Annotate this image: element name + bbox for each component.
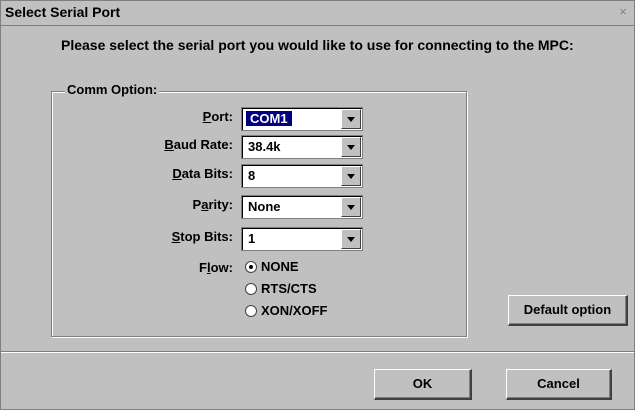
comm-option-label: Comm Option:: [65, 82, 160, 97]
title-bar: Select Serial Port ×: [1, 1, 634, 26]
chevron-down-icon[interactable]: [341, 109, 361, 129]
chevron-down-icon[interactable]: [341, 197, 361, 217]
instruction-text: Please select the serial port you would …: [61, 37, 574, 53]
data-bits-select[interactable]: 8: [241, 164, 363, 188]
chevron-down-icon[interactable]: [341, 137, 361, 157]
select-serial-port-dialog: Select Serial Port × Please select the s…: [0, 0, 635, 410]
stop-bits-label: Stop Bits:: [171, 229, 233, 244]
chevron-down-icon[interactable]: [341, 229, 361, 249]
window-title: Select Serial Port: [5, 4, 121, 20]
port-select[interactable]: COM1: [241, 107, 363, 131]
port-label: Port:: [202, 109, 233, 124]
stop-bits-value: 1: [248, 231, 256, 246]
flow-label: Flow:: [199, 260, 233, 275]
parity-label: Parity:: [192, 197, 233, 212]
default-option-button[interactable]: Default option: [508, 295, 628, 326]
cancel-button[interactable]: Cancel: [506, 369, 612, 400]
flow-radio-rts-cts[interactable]: RTS/CTS: [245, 281, 317, 296]
baud-rate-value: 38.4k: [248, 139, 281, 154]
separator: [1, 351, 634, 353]
parity-value: None: [248, 199, 281, 214]
radio-icon[interactable]: [245, 304, 257, 317]
parity-select[interactable]: None: [241, 195, 363, 219]
baud-rate-select[interactable]: 38.4k: [241, 135, 363, 159]
data-bits-value: 8: [248, 168, 256, 183]
chevron-down-icon[interactable]: [341, 166, 361, 186]
baud-rate-label: Baud Rate:: [164, 137, 233, 152]
radio-selected-icon[interactable]: [245, 260, 257, 273]
data-bits-label: Data Bits:: [172, 166, 233, 181]
close-icon[interactable]: ×: [614, 3, 632, 21]
radio-icon[interactable]: [245, 282, 257, 295]
flow-radio-none[interactable]: NONE: [245, 259, 299, 274]
stop-bits-select[interactable]: 1: [241, 227, 363, 251]
port-value: COM1: [245, 110, 293, 127]
flow-radio-xon-xoff[interactable]: XON/XOFF: [245, 303, 327, 318]
ok-button[interactable]: OK: [374, 369, 472, 400]
